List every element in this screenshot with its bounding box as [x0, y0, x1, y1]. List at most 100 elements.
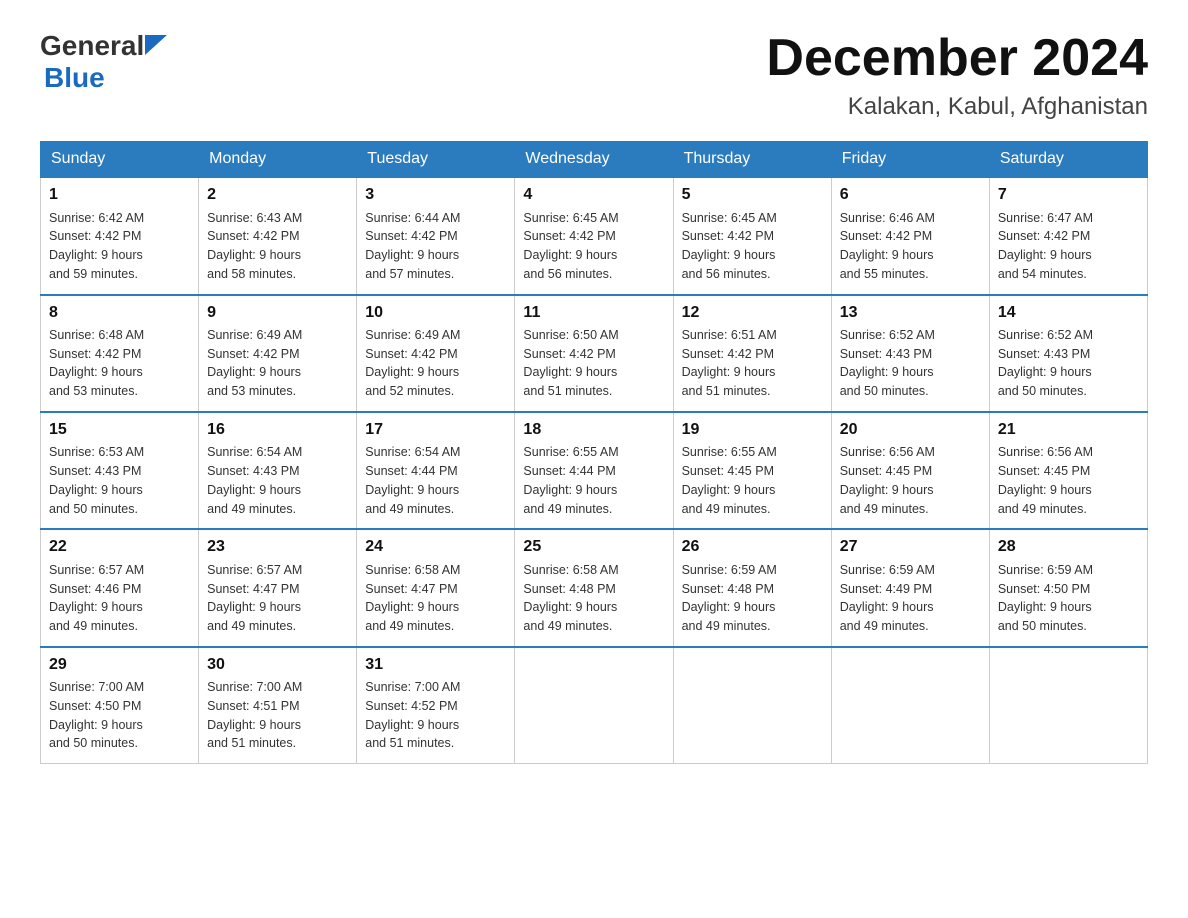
page-header: General Blue December 2024 Kalakan, Kabu…: [40, 30, 1148, 121]
day-number: 16: [207, 419, 348, 441]
day-info: Sunrise: 7:00 AMSunset: 4:50 PMDaylight:…: [49, 680, 144, 750]
day-info: Sunrise: 6:46 AMSunset: 4:42 PMDaylight:…: [840, 211, 935, 281]
day-number: 27: [840, 536, 981, 558]
day-info: Sunrise: 6:43 AMSunset: 4:42 PMDaylight:…: [207, 211, 302, 281]
calendar-cell: 2 Sunrise: 6:43 AMSunset: 4:42 PMDayligh…: [199, 177, 357, 294]
day-number: 24: [365, 536, 506, 558]
calendar-cell: 25 Sunrise: 6:58 AMSunset: 4:48 PMDaylig…: [515, 529, 673, 646]
calendar-cell: [831, 647, 989, 764]
day-info: Sunrise: 6:55 AMSunset: 4:45 PMDaylight:…: [682, 445, 777, 515]
day-number: 8: [49, 302, 190, 324]
calendar-cell: 26 Sunrise: 6:59 AMSunset: 4:48 PMDaylig…: [673, 529, 831, 646]
col-wednesday: Wednesday: [515, 142, 673, 178]
location-title: Kalakan, Kabul, Afghanistan: [766, 93, 1148, 121]
calendar-cell: 22 Sunrise: 6:57 AMSunset: 4:46 PMDaylig…: [41, 529, 199, 646]
calendar-cell: 14 Sunrise: 6:52 AMSunset: 4:43 PMDaylig…: [989, 295, 1147, 412]
day-info: Sunrise: 6:51 AMSunset: 4:42 PMDaylight:…: [682, 328, 777, 398]
title-area: December 2024 Kalakan, Kabul, Afghanista…: [766, 30, 1148, 121]
day-number: 1: [49, 184, 190, 206]
day-info: Sunrise: 6:59 AMSunset: 4:49 PMDaylight:…: [840, 563, 935, 633]
day-info: Sunrise: 6:54 AMSunset: 4:43 PMDaylight:…: [207, 445, 302, 515]
calendar-cell: 31 Sunrise: 7:00 AMSunset: 4:52 PMDaylig…: [357, 647, 515, 764]
day-info: Sunrise: 6:45 AMSunset: 4:42 PMDaylight:…: [523, 211, 618, 281]
day-number: 29: [49, 654, 190, 676]
day-info: Sunrise: 6:52 AMSunset: 4:43 PMDaylight:…: [998, 328, 1093, 398]
logo: General Blue: [40, 30, 168, 94]
calendar-table: Sunday Monday Tuesday Wednesday Thursday…: [40, 141, 1148, 764]
day-number: 18: [523, 419, 664, 441]
day-number: 12: [682, 302, 823, 324]
week-row-4: 22 Sunrise: 6:57 AMSunset: 4:46 PMDaylig…: [41, 529, 1148, 646]
calendar-cell: [515, 647, 673, 764]
day-info: Sunrise: 6:49 AMSunset: 4:42 PMDaylight:…: [365, 328, 460, 398]
day-number: 11: [523, 302, 664, 324]
day-number: 19: [682, 419, 823, 441]
calendar-cell: 5 Sunrise: 6:45 AMSunset: 4:42 PMDayligh…: [673, 177, 831, 294]
logo-arrow-icon: [145, 35, 167, 55]
day-info: Sunrise: 7:00 AMSunset: 4:52 PMDaylight:…: [365, 680, 460, 750]
day-number: 23: [207, 536, 348, 558]
calendar-cell: 18 Sunrise: 6:55 AMSunset: 4:44 PMDaylig…: [515, 412, 673, 529]
day-number: 4: [523, 184, 664, 206]
day-info: Sunrise: 6:47 AMSunset: 4:42 PMDaylight:…: [998, 211, 1093, 281]
day-info: Sunrise: 6:55 AMSunset: 4:44 PMDaylight:…: [523, 445, 618, 515]
calendar-cell: 1 Sunrise: 6:42 AMSunset: 4:42 PMDayligh…: [41, 177, 199, 294]
day-number: 15: [49, 419, 190, 441]
day-number: 3: [365, 184, 506, 206]
day-info: Sunrise: 6:45 AMSunset: 4:42 PMDaylight:…: [682, 211, 777, 281]
calendar-cell: 3 Sunrise: 6:44 AMSunset: 4:42 PMDayligh…: [357, 177, 515, 294]
day-number: 28: [998, 536, 1139, 558]
calendar-cell: 27 Sunrise: 6:59 AMSunset: 4:49 PMDaylig…: [831, 529, 989, 646]
day-info: Sunrise: 6:59 AMSunset: 4:50 PMDaylight:…: [998, 563, 1093, 633]
col-thursday: Thursday: [673, 142, 831, 178]
calendar-cell: 11 Sunrise: 6:50 AMSunset: 4:42 PMDaylig…: [515, 295, 673, 412]
calendar-header-row: Sunday Monday Tuesday Wednesday Thursday…: [41, 142, 1148, 178]
day-info: Sunrise: 6:57 AMSunset: 4:47 PMDaylight:…: [207, 563, 302, 633]
day-number: 21: [998, 419, 1139, 441]
month-title: December 2024: [766, 30, 1148, 87]
day-number: 31: [365, 654, 506, 676]
calendar-cell: 19 Sunrise: 6:55 AMSunset: 4:45 PMDaylig…: [673, 412, 831, 529]
day-info: Sunrise: 6:48 AMSunset: 4:42 PMDaylight:…: [49, 328, 144, 398]
day-number: 25: [523, 536, 664, 558]
day-number: 2: [207, 184, 348, 206]
calendar-cell: [989, 647, 1147, 764]
day-info: Sunrise: 6:52 AMSunset: 4:43 PMDaylight:…: [840, 328, 935, 398]
calendar-cell: 30 Sunrise: 7:00 AMSunset: 4:51 PMDaylig…: [199, 647, 357, 764]
calendar-cell: 29 Sunrise: 7:00 AMSunset: 4:50 PMDaylig…: [41, 647, 199, 764]
day-info: Sunrise: 6:58 AMSunset: 4:47 PMDaylight:…: [365, 563, 460, 633]
col-saturday: Saturday: [989, 142, 1147, 178]
day-number: 6: [840, 184, 981, 206]
calendar-cell: 8 Sunrise: 6:48 AMSunset: 4:42 PMDayligh…: [41, 295, 199, 412]
calendar-cell: 23 Sunrise: 6:57 AMSunset: 4:47 PMDaylig…: [199, 529, 357, 646]
week-row-3: 15 Sunrise: 6:53 AMSunset: 4:43 PMDaylig…: [41, 412, 1148, 529]
calendar-cell: 21 Sunrise: 6:56 AMSunset: 4:45 PMDaylig…: [989, 412, 1147, 529]
day-number: 17: [365, 419, 506, 441]
logo-general-text: General: [40, 30, 144, 62]
day-info: Sunrise: 6:59 AMSunset: 4:48 PMDaylight:…: [682, 563, 777, 633]
day-number: 20: [840, 419, 981, 441]
week-row-1: 1 Sunrise: 6:42 AMSunset: 4:42 PMDayligh…: [41, 177, 1148, 294]
calendar-cell: 28 Sunrise: 6:59 AMSunset: 4:50 PMDaylig…: [989, 529, 1147, 646]
calendar-cell: 4 Sunrise: 6:45 AMSunset: 4:42 PMDayligh…: [515, 177, 673, 294]
day-number: 5: [682, 184, 823, 206]
day-number: 22: [49, 536, 190, 558]
calendar-cell: 9 Sunrise: 6:49 AMSunset: 4:42 PMDayligh…: [199, 295, 357, 412]
day-number: 26: [682, 536, 823, 558]
day-info: Sunrise: 6:49 AMSunset: 4:42 PMDaylight:…: [207, 328, 302, 398]
day-number: 14: [998, 302, 1139, 324]
day-info: Sunrise: 6:57 AMSunset: 4:46 PMDaylight:…: [49, 563, 144, 633]
calendar-cell: 17 Sunrise: 6:54 AMSunset: 4:44 PMDaylig…: [357, 412, 515, 529]
calendar-cell: 6 Sunrise: 6:46 AMSunset: 4:42 PMDayligh…: [831, 177, 989, 294]
day-info: Sunrise: 6:42 AMSunset: 4:42 PMDaylight:…: [49, 211, 144, 281]
calendar-cell: 16 Sunrise: 6:54 AMSunset: 4:43 PMDaylig…: [199, 412, 357, 529]
day-info: Sunrise: 6:44 AMSunset: 4:42 PMDaylight:…: [365, 211, 460, 281]
day-info: Sunrise: 6:54 AMSunset: 4:44 PMDaylight:…: [365, 445, 460, 515]
day-info: Sunrise: 6:58 AMSunset: 4:48 PMDaylight:…: [523, 563, 618, 633]
week-row-5: 29 Sunrise: 7:00 AMSunset: 4:50 PMDaylig…: [41, 647, 1148, 764]
calendar-cell: [673, 647, 831, 764]
calendar-cell: 24 Sunrise: 6:58 AMSunset: 4:47 PMDaylig…: [357, 529, 515, 646]
calendar-cell: 20 Sunrise: 6:56 AMSunset: 4:45 PMDaylig…: [831, 412, 989, 529]
day-number: 10: [365, 302, 506, 324]
logo-blue-text: Blue: [44, 62, 168, 94]
